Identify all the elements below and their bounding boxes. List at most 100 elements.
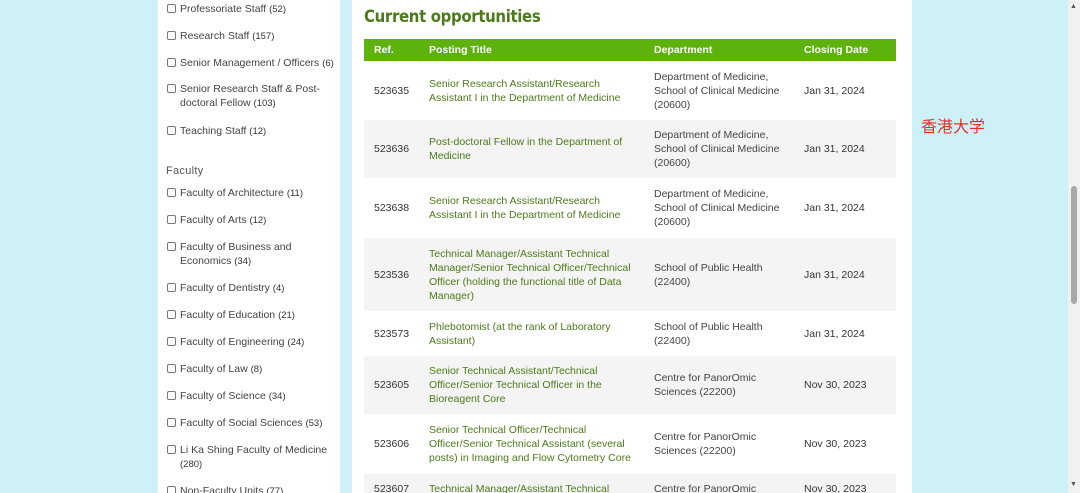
checkbox[interactable] — [167, 126, 176, 135]
cell-ref: 523606 — [374, 438, 410, 450]
filter-item-faculty[interactable]: Li Ka Shing Faculty of Medicine (280) — [166, 443, 336, 472]
main-content: Current opportunities Ref. Posting Title… — [352, 0, 912, 493]
checkbox[interactable] — [167, 283, 176, 292]
filter-item-faculty[interactable]: Faculty of Science (34) — [166, 389, 336, 404]
filter-count: (157) — [252, 31, 275, 42]
filter-item-faculty[interactable]: Faculty of Arts (12) — [166, 213, 336, 228]
filter-item-faculty[interactable]: Faculty of Social Sciences (53) — [166, 416, 336, 431]
filter-label: Non-Faculty Units — [180, 485, 264, 493]
cell-closing-date: Nov 30, 2023 — [804, 438, 867, 450]
filter-label: Faculty of Law — [180, 363, 248, 375]
filter-label: Faculty of Social Sciences — [180, 417, 303, 429]
cell-closing-date: Nov 30, 2023 — [794, 356, 896, 414]
cell-closing-date: Jan 31, 2024 — [794, 120, 896, 178]
filter-item-staff[interactable]: Research Staff (157) — [166, 29, 336, 44]
cell-closing-date: Jan 31, 2024 — [804, 84, 865, 97]
cell-ref: 523605 — [364, 356, 419, 414]
filter-count: (34) — [268, 391, 286, 402]
posting-title-link[interactable]: Technical Manager/Assistant Technical Ma… — [419, 238, 644, 311]
checkbox[interactable] — [167, 337, 176, 346]
table-row: 523635 Senior Research Assistant/Research… — [364, 61, 896, 120]
checkbox[interactable] — [167, 242, 176, 251]
scrollbar-thumb[interactable] — [1071, 186, 1077, 304]
filter-count: (8) — [250, 364, 263, 375]
posting-title-link[interactable]: Senior Technical Assistant/Technical Off… — [419, 356, 644, 414]
checkbox[interactable] — [167, 84, 176, 93]
table-row: 523606 Senior Technical Officer/Technical… — [364, 414, 896, 474]
filter-count: (77) — [266, 486, 284, 493]
filter-count: (12) — [249, 126, 267, 137]
filter-item-faculty[interactable]: Faculty of Dentistry (4) — [166, 281, 336, 296]
filter-label: Faculty of Dentistry — [180, 282, 270, 294]
filter-item-staff[interactable]: Professoriate Staff (52) — [166, 2, 336, 17]
column-header-title[interactable]: Posting Title — [419, 39, 644, 61]
cell-ref: 523536 — [364, 238, 419, 311]
filter-count: (53) — [305, 418, 323, 429]
column-header-closing-date[interactable]: Closing Date — [794, 39, 896, 61]
checkbox[interactable] — [167, 445, 176, 454]
table-row: 523638 Senior Research Assistant/Research… — [364, 178, 896, 238]
checkbox[interactable] — [167, 418, 176, 427]
cell-closing-date: Jan 31, 2024 — [804, 202, 865, 214]
filter-item-faculty[interactable]: Faculty of Architecture (11) — [166, 186, 336, 201]
cell-department: Centre for PanorOmic Sciences (22200) — [644, 356, 794, 414]
filter-item-staff[interactable]: Senior Research Staff & Post-doctoral Fe… — [166, 82, 336, 111]
cell-closing-date: Jan 31, 2024 — [794, 238, 896, 311]
filter-label: Professoriate Staff — [180, 3, 267, 15]
filter-count: (4) — [272, 283, 285, 294]
filter-label: Faculty of Science — [180, 390, 266, 402]
scroll-up-icon[interactable]: ▲ — [1070, 3, 1077, 10]
filter-label: Teaching Staff — [180, 125, 247, 137]
cell-ref: 523573 — [374, 327, 410, 340]
posting-title-link[interactable]: Post-doctoral Fellow in the Department o… — [419, 120, 644, 178]
filter-count: (21) — [278, 310, 295, 321]
checkbox[interactable] — [167, 4, 176, 13]
posting-title-link[interactable]: Senior Research Assistant/Research Assis… — [419, 61, 644, 120]
page-scrollbar[interactable]: ▲ ▼ — [1068, 0, 1080, 493]
filter-count: (24) — [287, 337, 305, 348]
scroll-down-icon[interactable]: ▼ — [1070, 481, 1077, 488]
filter-count: (280) — [180, 459, 203, 470]
filter-item-faculty[interactable]: Faculty of Education (21) — [166, 308, 336, 323]
table-row: 523573 Phlebotomist (at the rank of Labor… — [364, 311, 896, 356]
checkbox[interactable] — [167, 188, 176, 197]
filter-item-faculty[interactable]: Faculty of Engineering (24) — [166, 335, 336, 350]
filter-label: Faculty of Education — [180, 309, 276, 321]
cell-closing-date: Jan 31, 2024 — [804, 327, 865, 340]
checkbox[interactable] — [167, 215, 176, 224]
filter-count: (11) — [286, 188, 304, 199]
checkbox[interactable] — [167, 391, 176, 400]
table-row: 523605 Senior Technical Assistant/Technic… — [364, 356, 896, 414]
filter-count: (34) — [234, 256, 252, 267]
checkbox[interactable] — [167, 364, 176, 373]
posting-title-link[interactable]: Senior Technical Officer/Technical Offic… — [419, 414, 644, 474]
page-title: Current opportunities — [364, 7, 541, 27]
cell-ref: 523636 — [364, 120, 419, 178]
cell-ref: 523635 — [374, 84, 410, 97]
filter-label: Li Ka Shing Faculty of Medicine — [180, 444, 328, 456]
filter-label: Research Staff — [180, 30, 250, 42]
column-header-ref[interactable]: Ref. — [364, 39, 419, 61]
watermark-text: 香港大学 — [921, 117, 986, 136]
filter-item-faculty[interactable]: Faculty of Business and Economics (34) — [166, 240, 336, 269]
cell-ref: 523638 — [374, 202, 410, 214]
checkbox[interactable] — [167, 31, 176, 40]
checkbox[interactable] — [167, 58, 176, 67]
checkbox[interactable] — [167, 486, 176, 493]
cell-department: Centre for PanorOmic Sciences (22200) — [654, 431, 757, 457]
cell-department: Centre for PanorOmic — [644, 474, 794, 493]
posting-title-link[interactable]: Senior Research Assistant/Research Assis… — [419, 178, 644, 238]
checkbox[interactable] — [167, 310, 176, 319]
posting-title-link[interactable]: Phlebotomist (at the rank of Laboratory … — [419, 311, 644, 356]
filter-item-faculty[interactable]: Faculty of Law (8) — [166, 362, 336, 377]
filter-item-staff[interactable]: Teaching Staff (12) — [166, 124, 336, 139]
filter-item-staff[interactable]: Senior Management / Officers (6) — [166, 56, 336, 71]
column-header-department[interactable]: Department — [644, 39, 794, 61]
opportunities-table: Ref. Posting Title Department Closing Da… — [364, 39, 896, 493]
filter-count: (103) — [253, 98, 276, 109]
filter-item-faculty[interactable]: Non-Faculty Units (77) — [166, 484, 336, 493]
filter-label: Senior Management / Officers — [180, 57, 320, 69]
table-row: 523536 Technical Manager/Assistant Techni… — [364, 238, 896, 311]
filter-count: (52) — [269, 4, 287, 15]
posting-title-link[interactable]: Technical Manager/Assistant Technical — [419, 474, 644, 493]
